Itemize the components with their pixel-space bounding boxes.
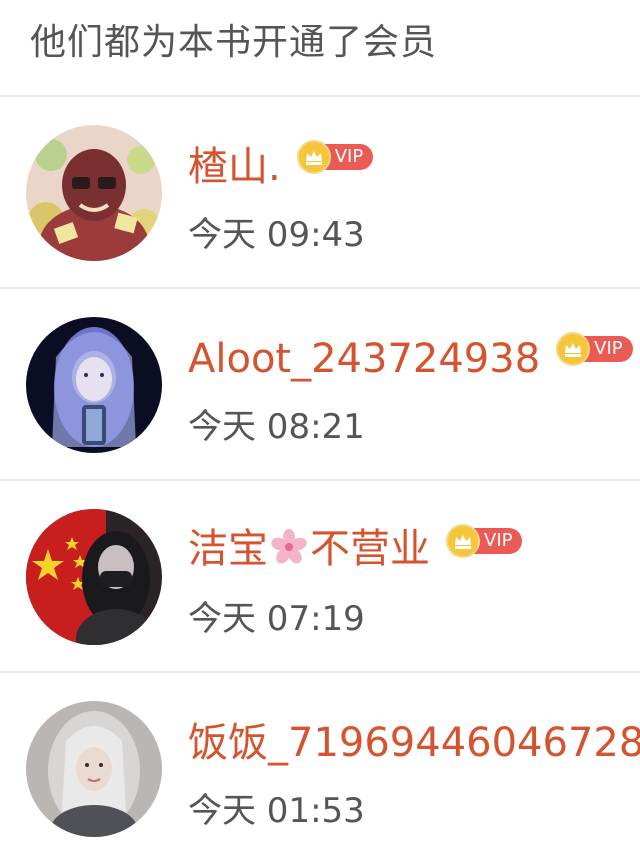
list-item[interactable]: Aloot_243724938 VIP 今天 08:21 — [0, 289, 640, 479]
name-row: 洁宝 不营业 VIP — [188, 523, 523, 579]
member-name[interactable]: 饭饭_719694460467282 — [188, 719, 640, 767]
page-title: 他们都为本书开通了会员 — [30, 22, 438, 63]
name-row: Aloot_243724938 VIP — [188, 331, 633, 387]
list-item[interactable]: 洁宝 不营业 VIP 今天 07:19 — [0, 481, 640, 671]
cherry-blossom-icon — [270, 528, 308, 577]
user-avatar[interactable] — [26, 125, 162, 261]
vip-badge: VIP — [296, 140, 374, 174]
name-row: 楂山. VIP — [188, 139, 374, 195]
join-time: 今天 09:43 — [188, 215, 365, 255]
crown-icon — [296, 140, 331, 174]
join-time: 今天 08:21 — [188, 407, 365, 447]
member-list-page: 他们都为本书开通了会员 楂山. VIP 今天 09:43 Aloot_24372… — [0, 0, 640, 841]
user-avatar[interactable] — [26, 509, 162, 645]
join-time: 今天 01:53 — [188, 791, 365, 831]
user-avatar[interactable] — [26, 317, 162, 453]
crown-icon — [556, 332, 591, 366]
list-item[interactable]: 楂山. VIP 今天 09:43 — [0, 97, 640, 287]
name-row: 饭饭_719694460467282 — [188, 715, 640, 771]
join-time: 今天 07:19 — [188, 599, 365, 639]
member-name[interactable]: 洁宝 不营业 — [188, 525, 430, 577]
member-name[interactable]: Aloot_243724938 — [188, 335, 540, 383]
member-name[interactable]: 楂山. — [188, 143, 281, 191]
user-avatar[interactable] — [26, 701, 162, 837]
vip-badge: VIP — [446, 524, 523, 558]
vip-badge: VIP — [556, 332, 633, 366]
crown-icon — [446, 524, 480, 558]
list-item[interactable]: 饭饭_719694460467282 今天 01:53 — [0, 673, 640, 841]
